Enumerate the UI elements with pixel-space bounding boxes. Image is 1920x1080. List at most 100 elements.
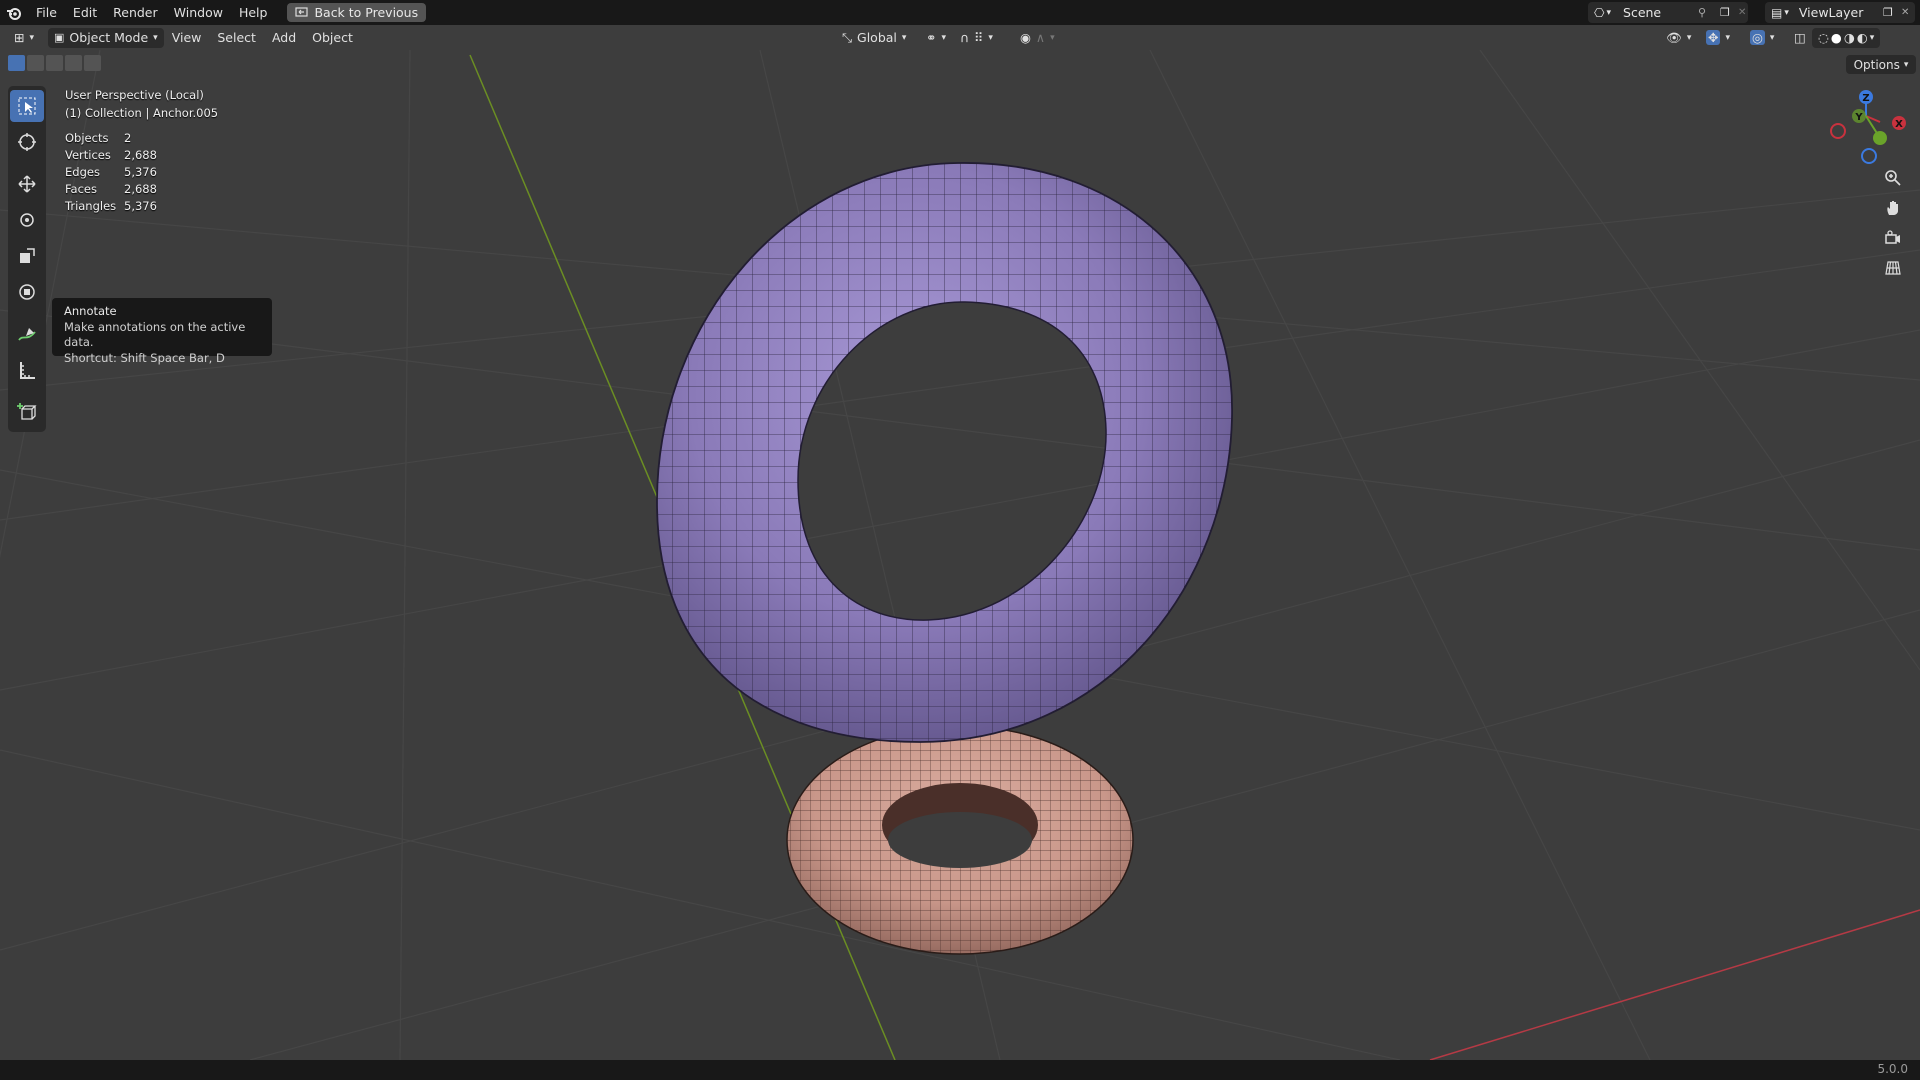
stat-value: 2,688 [124, 148, 157, 162]
menu-edit[interactable]: Edit [65, 0, 105, 25]
shading-dropdown-icon[interactable]: ▾ [1870, 33, 1875, 43]
new-scene-icon[interactable]: ❐ [1720, 6, 1730, 19]
orientation-dropdown-icon: ▾ [901, 32, 907, 43]
scale-tool[interactable] [10, 240, 44, 272]
stat-label: Objects [65, 131, 109, 145]
stat-row: Edges 5,376 [65, 165, 157, 182]
transform-tool[interactable] [10, 276, 44, 308]
options-dropdown[interactable]: Options ▾ [1846, 55, 1916, 74]
blender-logo-icon[interactable] [0, 0, 28, 25]
measure-tool[interactable] [10, 354, 44, 386]
editor-type-selector[interactable]: ⊞ ▾ [8, 28, 40, 48]
scene-name: Scene [1623, 5, 1662, 20]
select-box-tool[interactable] [10, 90, 44, 122]
solid-shading-icon[interactable]: ● [1831, 30, 1842, 45]
back-to-previous-label: Back to Previous [314, 5, 419, 20]
gizmo-dropdown-icon: ▾ [1725, 32, 1731, 43]
viewport-info: User Perspective (Local) (1) Collection … [65, 86, 218, 122]
material-shading-icon[interactable]: ◑ [1844, 30, 1855, 45]
stat-value: 2 [124, 131, 132, 145]
new-view-layer-icon[interactable]: ❐ [1883, 6, 1893, 19]
wireframe-shading-icon[interactable]: ◌ [1818, 30, 1829, 45]
version-label: 5.0.0 [1877, 1062, 1908, 1076]
stat-label: Vertices [65, 148, 111, 162]
scene-dropdown-icon: ▾ [1606, 7, 1612, 18]
pivot-dropdown-icon: ▾ [941, 32, 947, 43]
select-subtract-button[interactable] [46, 55, 63, 71]
add-cube-tool[interactable] [10, 396, 44, 428]
snap-toggle[interactable]: ∩ ⠿ ▾ [954, 28, 999, 48]
tooltip-title: Annotate [64, 304, 117, 318]
gizmo-toggle[interactable]: ✥ ▾ [1700, 28, 1736, 48]
magnet-icon: ∩ [960, 30, 970, 45]
add-cube-icon [17, 403, 37, 420]
tooltip-description: Make annotations on the active data. [64, 319, 246, 350]
delete-scene-icon[interactable]: ✕ [1738, 7, 1746, 18]
view-layer-selector[interactable]: ▤ ▾ ViewLayer ❐ ✕ [1765, 2, 1915, 23]
options-dropdown-icon: ▾ [1903, 59, 1909, 70]
cursor-tool[interactable] [10, 126, 44, 158]
shading-mode-selector[interactable]: ◌ ● ◑ ◐ ▾ [1812, 27, 1881, 48]
pivot-point-selector[interactable]: ⚭ ▾ [920, 28, 952, 48]
rotate-tool[interactable] [10, 204, 44, 236]
select-extend-button[interactable] [27, 55, 44, 71]
ruler-icon [20, 362, 35, 379]
proportional-editing-toggle[interactable]: ◉ ∧ ▾ [1014, 28, 1061, 48]
viewport-menu-object[interactable]: Object [304, 25, 361, 50]
orientation-icon: ⤡ [842, 29, 853, 45]
menu-render[interactable]: Render [105, 0, 166, 25]
menu-file[interactable]: File [28, 0, 65, 25]
scene-selector[interactable]: ⎔ ▾ Scene ⚲ ❐ ✕ [1588, 2, 1748, 23]
move-tool[interactable] [10, 168, 44, 200]
x-axis-line [1429, 909, 1920, 1060]
falloff-dropdown-icon: ▾ [1050, 32, 1055, 43]
falloff-icon: ∧ [1035, 30, 1046, 45]
rotate-icon [20, 213, 34, 227]
xray-toggle[interactable]: ◫ [1788, 28, 1812, 48]
mode-selector[interactable]: ▣ Object Mode ▾ [48, 27, 164, 48]
camera-view-icon[interactable] [1882, 228, 1904, 248]
overlays-toggle[interactable]: ◎ ▾ [1744, 28, 1780, 48]
viewport-menu-select[interactable]: Select [209, 25, 264, 50]
annotate-icon [18, 328, 36, 341]
perspective-toggle-icon[interactable] [1882, 258, 1904, 278]
pan-hand-icon[interactable] [1882, 198, 1904, 218]
scale-icon [20, 248, 35, 263]
gizmo-z-label: Z [1862, 93, 1869, 104]
gizmo-icon: ✥ [1706, 30, 1721, 45]
object-visibility-selector[interactable]: 👁 ▾ [1660, 28, 1697, 48]
delete-view-layer-icon[interactable]: ✕ [1901, 7, 1909, 18]
editor-type-icon: ⊞ [14, 30, 25, 45]
transform-orientation-selector[interactable]: ⤡ Global ▾ [836, 28, 912, 48]
menu-window[interactable]: Window [166, 0, 231, 25]
viewport-menu-add[interactable]: Add [264, 25, 304, 50]
move-icon [18, 175, 36, 193]
select-intersect-button[interactable] [84, 55, 101, 71]
zoom-icon[interactable] [1882, 168, 1904, 188]
viewport-header: ⊞ ▾ ▣ Object Mode ▾ View Select Add Objec… [0, 25, 1920, 50]
menu-help[interactable]: Help [231, 0, 276, 25]
view-layer-icon: ▤ [1771, 5, 1783, 20]
rendered-shading-icon[interactable]: ◐ [1857, 30, 1868, 45]
annotate-tool[interactable] [10, 318, 44, 350]
large-torus [656, 162, 1233, 743]
stat-label: Faces [65, 182, 97, 196]
stat-row: Triangles 5,376 [65, 199, 157, 216]
status-bar: 5.0.0 [0, 1060, 1920, 1080]
selection-mode-buttons [8, 55, 101, 71]
3d-viewport[interactable]: Z X Y [0, 50, 1920, 1060]
tooltip-shortcut: Shortcut: Shift Space Bar, D [64, 350, 225, 365]
pin-icon[interactable]: ⚲ [1698, 6, 1706, 19]
annotate-tooltip: Annotate Make annotations on the active … [52, 298, 272, 365]
viewport-menu-view[interactable]: View [164, 25, 210, 50]
mode-dropdown-icon: ▾ [153, 32, 158, 43]
transform-icon [19, 284, 35, 300]
stat-label: Edges [65, 165, 100, 179]
select-new-button[interactable] [8, 55, 25, 71]
small-torus [786, 725, 1134, 955]
select-invert-button[interactable] [65, 55, 82, 71]
editor-type-dropdown-icon: ▾ [29, 32, 35, 43]
orientation-label: Global [857, 30, 897, 45]
pivot-icon: ⚭ [926, 30, 937, 45]
back-to-previous-button[interactable]: Back to Previous [287, 3, 427, 22]
